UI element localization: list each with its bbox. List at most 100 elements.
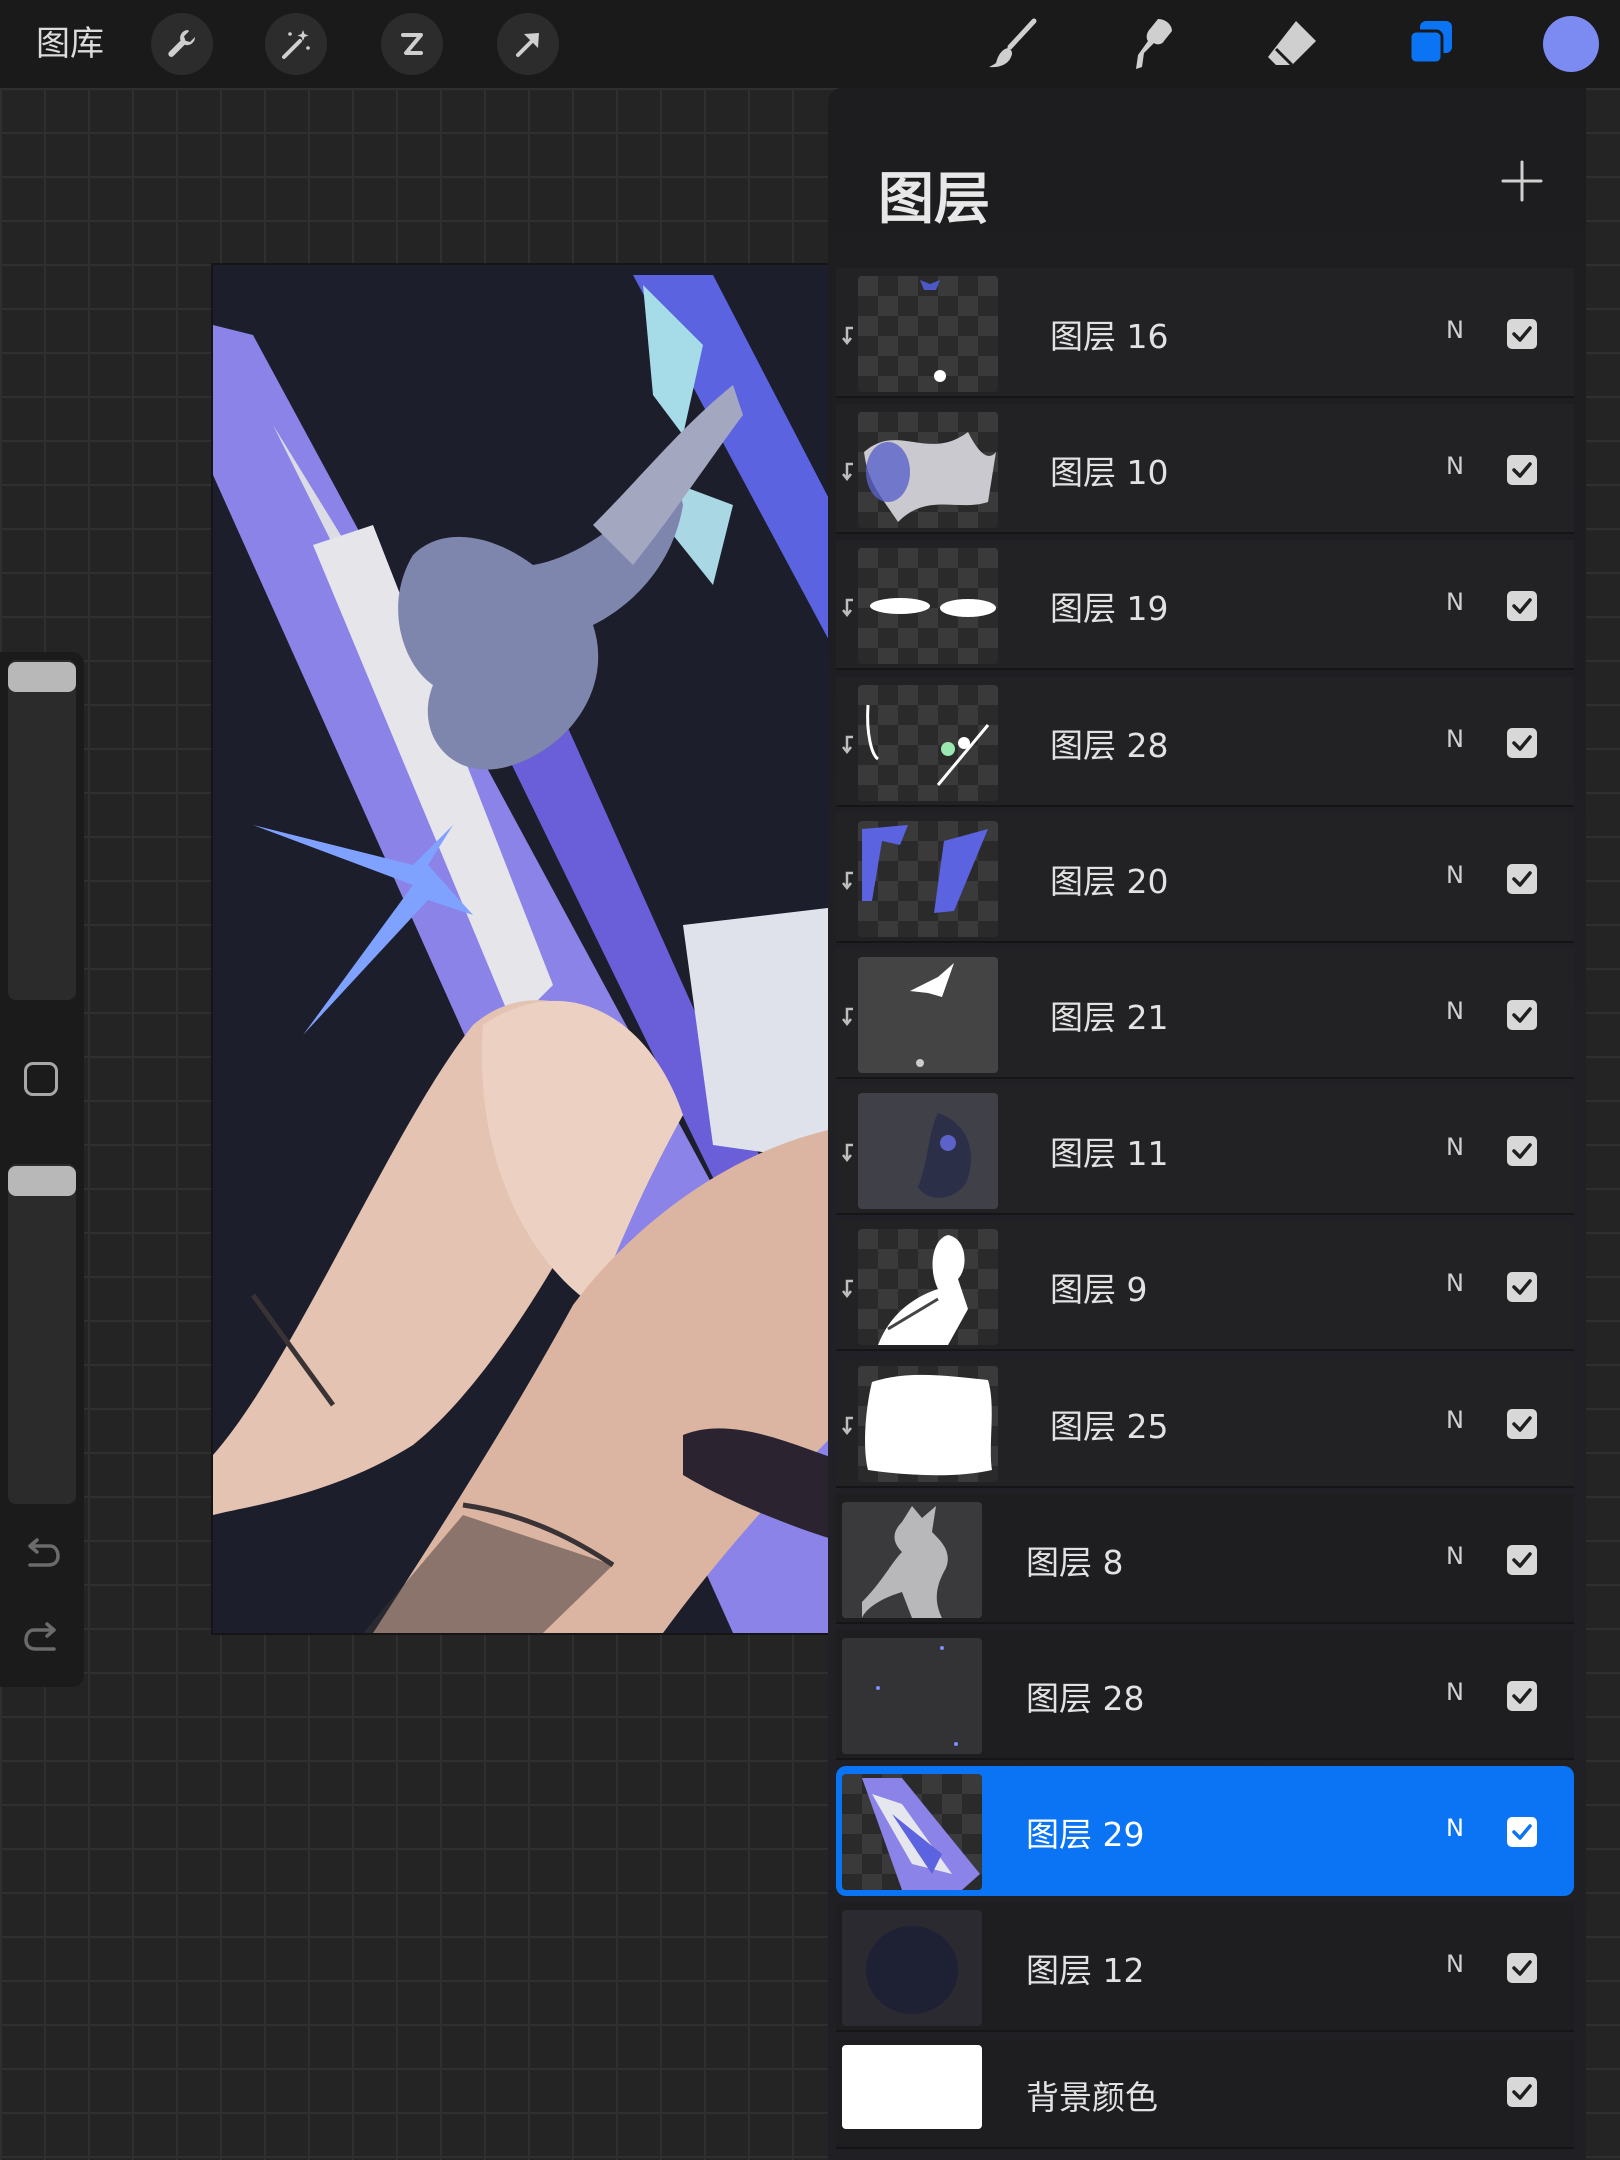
layer-row[interactable]: 图层 20 N [836, 812, 1574, 943]
visibility-checkbox[interactable] [1507, 1000, 1537, 1030]
eraser-tool[interactable] [1259, 12, 1323, 76]
opacity-slider[interactable] [8, 1164, 76, 1504]
layer-name[interactable]: 图层 11 [1050, 1127, 1168, 1175]
layer-thumbnail[interactable] [858, 957, 998, 1073]
layer-row[interactable]: 图层 28 N [836, 1630, 1574, 1760]
visibility-checkbox[interactable] [1507, 1681, 1537, 1711]
blend-mode-button[interactable]: N [1446, 861, 1464, 889]
brush-size-handle[interactable] [8, 662, 76, 692]
brush-tool[interactable] [981, 12, 1045, 76]
layer-name[interactable]: 图层 28 [1026, 1672, 1144, 1720]
layer-row[interactable]: 图层 25 N [836, 1357, 1574, 1488]
visibility-checkbox[interactable] [1507, 1817, 1537, 1848]
layer-name[interactable]: 背景颜色 [1026, 2071, 1158, 2119]
blend-mode-button[interactable]: N [1446, 1814, 1464, 1842]
blend-mode-button[interactable]: N [1446, 997, 1464, 1025]
square-modify-icon[interactable] [24, 1062, 58, 1096]
blend-mode-button[interactable]: N [1446, 452, 1464, 480]
checkmark-icon [1512, 734, 1532, 751]
layer-thumbnail[interactable] [842, 1910, 982, 2027]
layer-row[interactable]: 图层 19 N [836, 540, 1574, 671]
visibility-checkbox[interactable] [1507, 863, 1537, 894]
blend-mode-button[interactable]: N [1446, 1269, 1464, 1297]
blend-mode-button[interactable]: N [1446, 725, 1464, 753]
layer-name[interactable]: 图层 19 [1050, 582, 1168, 630]
layer-row[interactable]: 图层 28 N [836, 676, 1574, 807]
transform-button[interactable] [497, 13, 559, 75]
visibility-checkbox[interactable] [1507, 727, 1537, 758]
checkmark-icon [1512, 326, 1532, 342]
layer-thumbnail[interactable] [842, 1501, 982, 1618]
visibility-checkbox[interactable] [1507, 1544, 1537, 1575]
layer-name[interactable]: 图层 25 [1050, 1400, 1168, 1448]
layer-thumbnail[interactable] [858, 1229, 998, 1346]
layer-name[interactable]: 图层 16 [1050, 310, 1168, 358]
artwork-illustration [213, 265, 853, 1633]
layer-row[interactable]: 图层 29 N [836, 1766, 1574, 1897]
undo-icon[interactable] [20, 1532, 64, 1576]
smudge-tool[interactable] [1121, 12, 1185, 76]
visibility-checkbox[interactable] [1507, 591, 1537, 622]
visibility-checkbox[interactable] [1507, 319, 1537, 349]
visibility-checkbox[interactable] [1507, 1408, 1537, 1439]
actions-button[interactable] [151, 13, 213, 75]
visibility-checkbox[interactable] [1507, 455, 1537, 486]
layer-thumbnail[interactable] [858, 548, 998, 665]
clipping-mask-icon [841, 1414, 859, 1436]
selection-button[interactable] [381, 13, 443, 75]
add-layer-button[interactable] [1499, 158, 1545, 204]
layer-thumbnail[interactable] [858, 820, 998, 937]
layer-name[interactable]: 图层 12 [1026, 1944, 1144, 1992]
layer-thumbnail[interactable] [842, 2044, 982, 2129]
artwork-canvas[interactable] [213, 265, 853, 1633]
eraser-icon [1268, 21, 1316, 67]
layer-row[interactable]: 图层 9 N [836, 1221, 1574, 1352]
layer-row[interactable]: 图层 21 N [836, 949, 1574, 1079]
adjustments-button[interactable] [265, 13, 327, 75]
blend-mode-button[interactable]: N [1446, 1542, 1464, 1570]
visibility-checkbox[interactable] [1507, 1953, 1537, 1984]
blend-mode-button[interactable]: N [1446, 1950, 1464, 1978]
visibility-checkbox[interactable] [1507, 2076, 1537, 2107]
blend-mode-button[interactable]: N [1446, 1678, 1464, 1706]
layer-row[interactable]: 图层 12 N [836, 1902, 1574, 2033]
layers-icon [1408, 21, 1452, 65]
layer-name[interactable]: 图层 28 [1050, 719, 1168, 767]
layer-name[interactable]: 图层 8 [1026, 1536, 1124, 1584]
layer-thumbnail[interactable] [842, 1638, 982, 1754]
layer-row[interactable]: 图层 16 N [836, 268, 1574, 398]
checkmark-icon [1512, 1552, 1532, 1568]
layer-thumbnail[interactable] [858, 1365, 998, 1482]
layer-thumbnail[interactable] [858, 276, 998, 392]
layer-name[interactable]: 图层 9 [1050, 1263, 1148, 1311]
clipping-mask-icon [841, 733, 859, 755]
layer-name[interactable]: 图层 21 [1050, 991, 1168, 1039]
blend-mode-button[interactable]: N [1446, 1133, 1464, 1161]
background-color-layer[interactable]: 背景颜色 [836, 2038, 1574, 2149]
color-picker-button[interactable] [1543, 16, 1599, 72]
visibility-checkbox[interactable] [1507, 1272, 1537, 1303]
clipping-mask-icon [841, 1005, 859, 1027]
top-toolbar: 图库 [0, 0, 1620, 88]
layer-name[interactable]: 图层 10 [1050, 446, 1168, 494]
checkmark-icon [1512, 871, 1532, 887]
layer-row[interactable]: 图层 8 N [836, 1493, 1574, 1624]
clipping-mask-icon [841, 1141, 859, 1163]
brush-size-slider[interactable] [8, 660, 76, 1000]
layer-row[interactable]: 图层 10 N [836, 404, 1574, 535]
layer-name[interactable]: 图层 29 [1026, 1808, 1144, 1856]
layers-tool[interactable] [1399, 12, 1463, 76]
blend-mode-button[interactable]: N [1446, 588, 1464, 616]
layer-thumbnail[interactable] [858, 1093, 998, 1210]
redo-icon[interactable] [20, 1616, 64, 1660]
layer-row[interactable]: 图层 11 N [836, 1085, 1574, 1216]
layer-thumbnail[interactable] [858, 412, 998, 529]
visibility-checkbox[interactable] [1507, 1136, 1537, 1167]
layer-thumbnail[interactable] [858, 684, 998, 801]
opacity-handle[interactable] [8, 1166, 76, 1196]
layer-name[interactable]: 图层 20 [1050, 855, 1168, 903]
layer-thumbnail[interactable] [842, 1774, 982, 1891]
blend-mode-button[interactable]: N [1446, 316, 1464, 344]
gallery-button[interactable]: 图库 [36, 20, 104, 68]
blend-mode-button[interactable]: N [1446, 1406, 1464, 1434]
